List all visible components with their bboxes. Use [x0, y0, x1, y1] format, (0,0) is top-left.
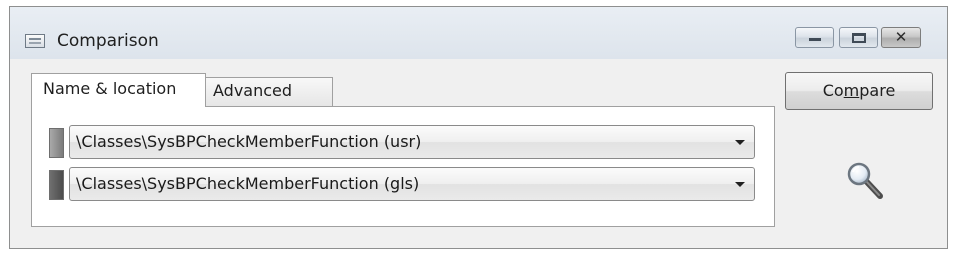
compare-label-pre: Co [822, 81, 844, 100]
first-element-combobox[interactable]: \Classes\SysBPCheckMemberFunction (usr) [69, 125, 755, 159]
minimize-icon [809, 38, 821, 41]
dropdown-arrow-icon[interactable] [735, 140, 745, 145]
maximize-icon [852, 33, 866, 43]
color-swatch [49, 170, 64, 200]
magnifier-icon [847, 162, 883, 199]
tab-advanced[interactable]: Advanced [205, 77, 333, 106]
color-swatch [49, 128, 64, 158]
compare-label-post: pare [859, 81, 896, 100]
combobox-value: \Classes\SysBPCheckMemberFunction (usr) [76, 132, 422, 151]
window-title: Comparison [57, 31, 159, 51]
close-button[interactable]: ✕ [881, 27, 921, 48]
close-icon: ✕ [894, 28, 908, 46]
window-app-icon[interactable] [25, 34, 45, 48]
compare-mnemonic: m [843, 81, 860, 100]
second-element-combobox[interactable]: \Classes\SysBPCheckMemberFunction (gls) [69, 167, 755, 201]
combobox-value: \Classes\SysBPCheckMemberFunction (gls) [76, 174, 420, 193]
title-bar[interactable]: Comparison ✕ [10, 7, 947, 59]
comparison-window: Comparison ✕ Name & location Advanced \C… [9, 6, 948, 249]
dropdown-arrow-icon[interactable] [735, 182, 745, 187]
minimize-button[interactable] [795, 27, 834, 48]
tab-panel-name-location: \Classes\SysBPCheckMemberFunction (usr) … [31, 106, 775, 227]
tab-name-location[interactable]: Name & location [31, 73, 206, 107]
maximize-button[interactable] [839, 27, 878, 48]
compare-button[interactable]: Compare [785, 72, 933, 110]
